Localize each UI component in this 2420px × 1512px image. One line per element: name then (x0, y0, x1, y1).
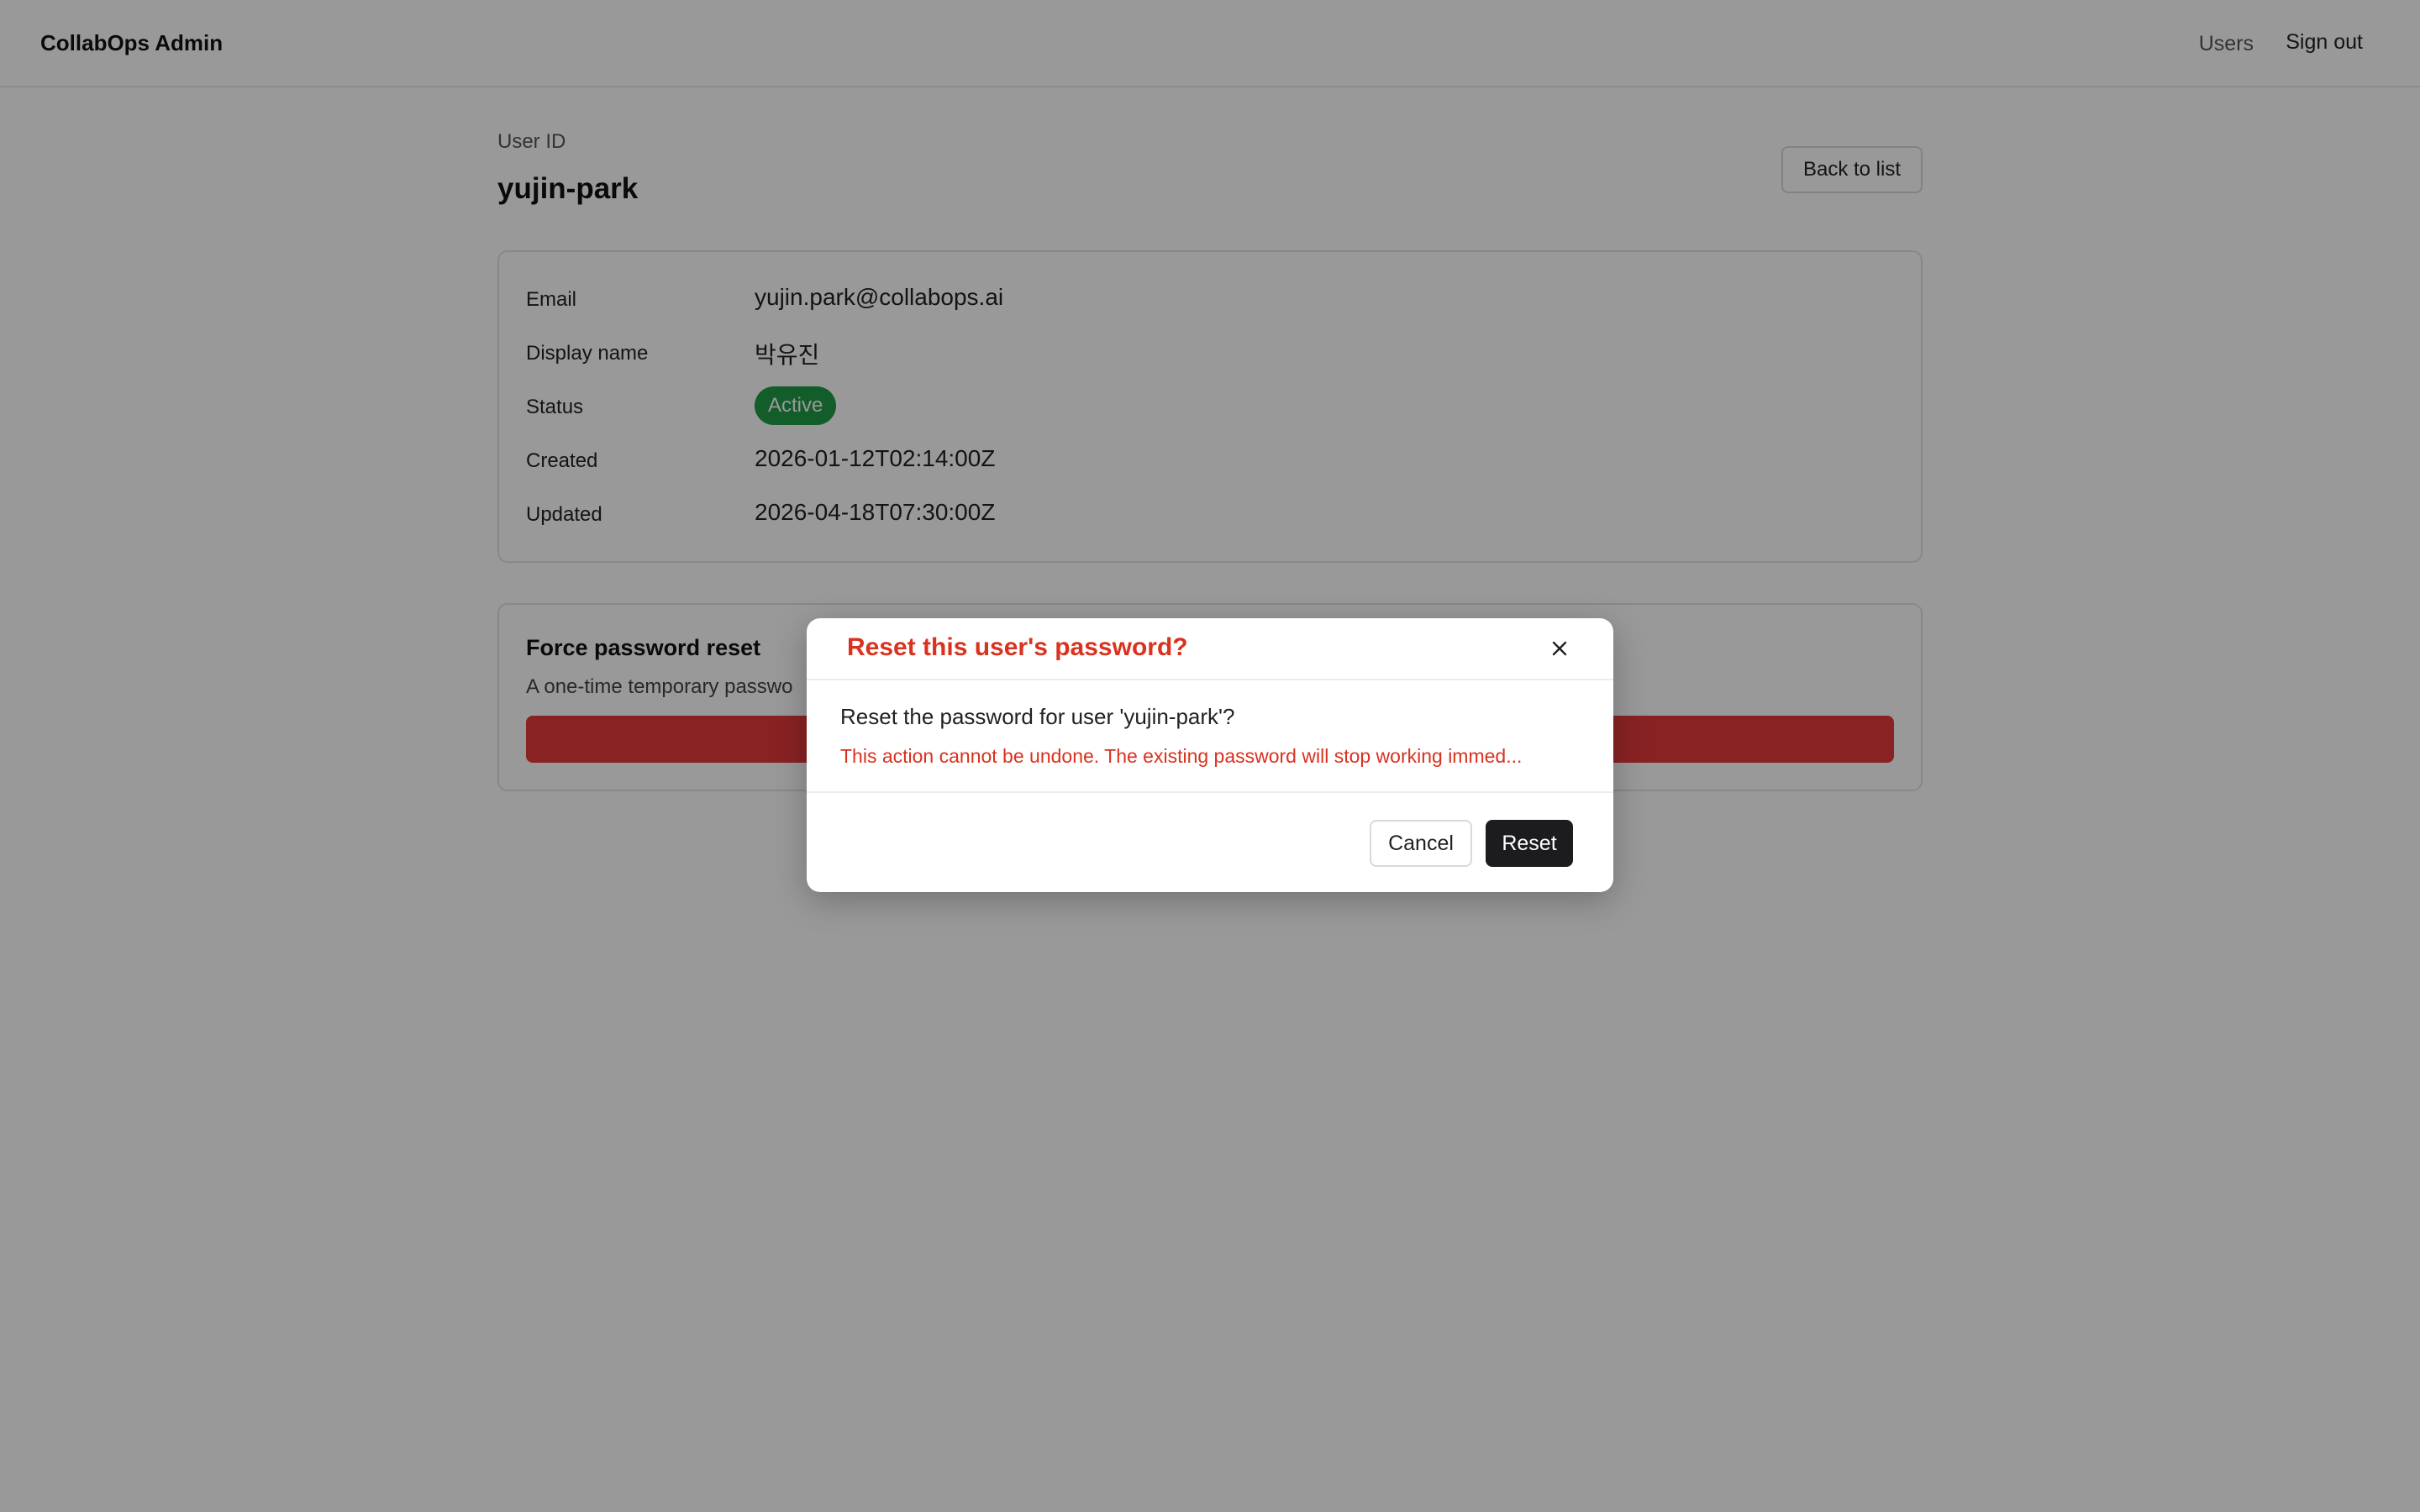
close-icon (1552, 641, 1567, 656)
cancel-button[interactable]: Cancel (1370, 820, 1472, 867)
dialog-divider (807, 791, 1613, 793)
dialog-message: Reset the password for user 'yujin-park'… (840, 704, 1235, 729)
dialog-body: Reset the password for user 'yujin-park'… (840, 704, 1522, 768)
dialog-warning: This action cannot be undone. The existi… (840, 745, 1523, 767)
dialog-title: Reset this user's password? (847, 633, 1188, 661)
dialog-header: Reset this user's password? (807, 618, 1613, 680)
confirm-reset-dialog: Reset this user's password? Reset the pa… (807, 618, 1613, 892)
confirm-reset-button[interactable]: Reset (1486, 820, 1573, 867)
close-button[interactable] (1546, 635, 1573, 662)
